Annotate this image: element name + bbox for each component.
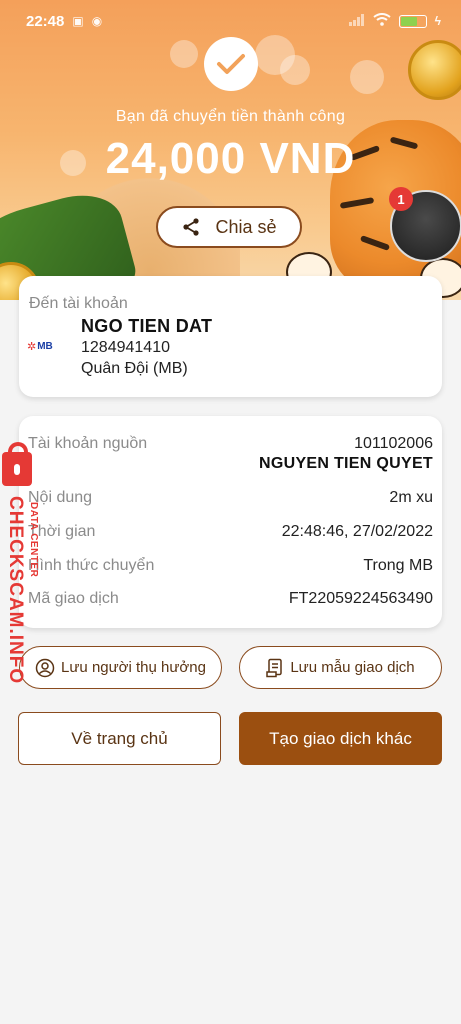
flower-decoration (350, 60, 384, 94)
transfer-time: 22:48:46, 27/02/2022 (281, 523, 433, 540)
detail-row-source-account: Tài khoản nguồn 101102006 NGUYEN TIEN QU… (28, 435, 433, 477)
source-account-name: NGUYEN TIEN QUYET (258, 455, 433, 472)
messenger-icon: ◉ (91, 14, 103, 28)
share-button[interactable]: Chia sẻ (156, 206, 302, 248)
watermark-main-text: CHECKSCAM.INFO (5, 496, 26, 685)
bank-logo-text: MB (37, 340, 53, 352)
lock-icon (2, 452, 32, 486)
share-label: Chia sẻ (215, 216, 277, 237)
share-icon (183, 218, 200, 236)
home-button[interactable]: Về trang chủ (18, 712, 221, 765)
recipient-label: Đến tài khoản (29, 295, 128, 312)
save-beneficiary-label: Lưu người thụ hưởng (61, 659, 206, 676)
signal-icon (348, 13, 365, 29)
mb-bank-logo: ✲ MB (27, 340, 53, 353)
success-message: Bạn đã chuyển tiền thành công (115, 108, 346, 125)
gold-coin-decoration (408, 40, 461, 100)
new-transaction-button[interactable]: Tạo giao dịch khác (239, 712, 442, 765)
notification-badge: 1 (389, 187, 413, 211)
transaction-details-card: Tài khoản nguồn 101102006 NGUYEN TIEN QU… (19, 416, 442, 628)
recipient-card: Đến tài khoản ✲ MB NGO TIEN DAT 128494141… (19, 276, 442, 397)
document-icon (266, 658, 283, 677)
flower-decoration (170, 40, 198, 68)
save-beneficiary-button[interactable]: Lưu người thụ hưởng (19, 646, 222, 689)
checkscam-watermark: CHECKSCAM.INFO DATA CENTER (0, 442, 48, 685)
recipient-name: NGO TIEN DAT (81, 316, 213, 336)
status-bar: 22:48 ▣ ◉ ϟ (0, 0, 461, 42)
success-header: 22:48 ▣ ◉ ϟ Bạn đã chuyển tiền thành côn… (0, 0, 461, 300)
wifi-icon (373, 13, 391, 29)
save-template-label: Lưu mẫu giao dịch (290, 659, 415, 676)
flower-decoration (280, 55, 310, 85)
transfer-content: 2m xu (389, 489, 433, 506)
zalo-icon: ▣ (72, 14, 84, 28)
watermark-sub-text: DATA CENTER (28, 502, 39, 578)
transfer-amount: 24,000 VND (105, 134, 356, 183)
recipient-account-number: 1284941410 (81, 339, 170, 356)
status-time: 22:48 (26, 12, 65, 30)
battery-icon (398, 14, 427, 28)
transfer-method: Trong MB (363, 557, 433, 574)
success-check-icon (204, 37, 258, 91)
charging-icon: ϟ (434, 14, 441, 28)
source-account-number: 101102006 (354, 435, 433, 452)
save-template-button[interactable]: Lưu mẫu giao dịch (239, 646, 442, 689)
recipient-bank-name: Quân Đội (MB) (81, 360, 188, 377)
detail-label: Tài khoản nguồn (28, 435, 148, 452)
transaction-id: FT22059224563490 (288, 590, 433, 607)
